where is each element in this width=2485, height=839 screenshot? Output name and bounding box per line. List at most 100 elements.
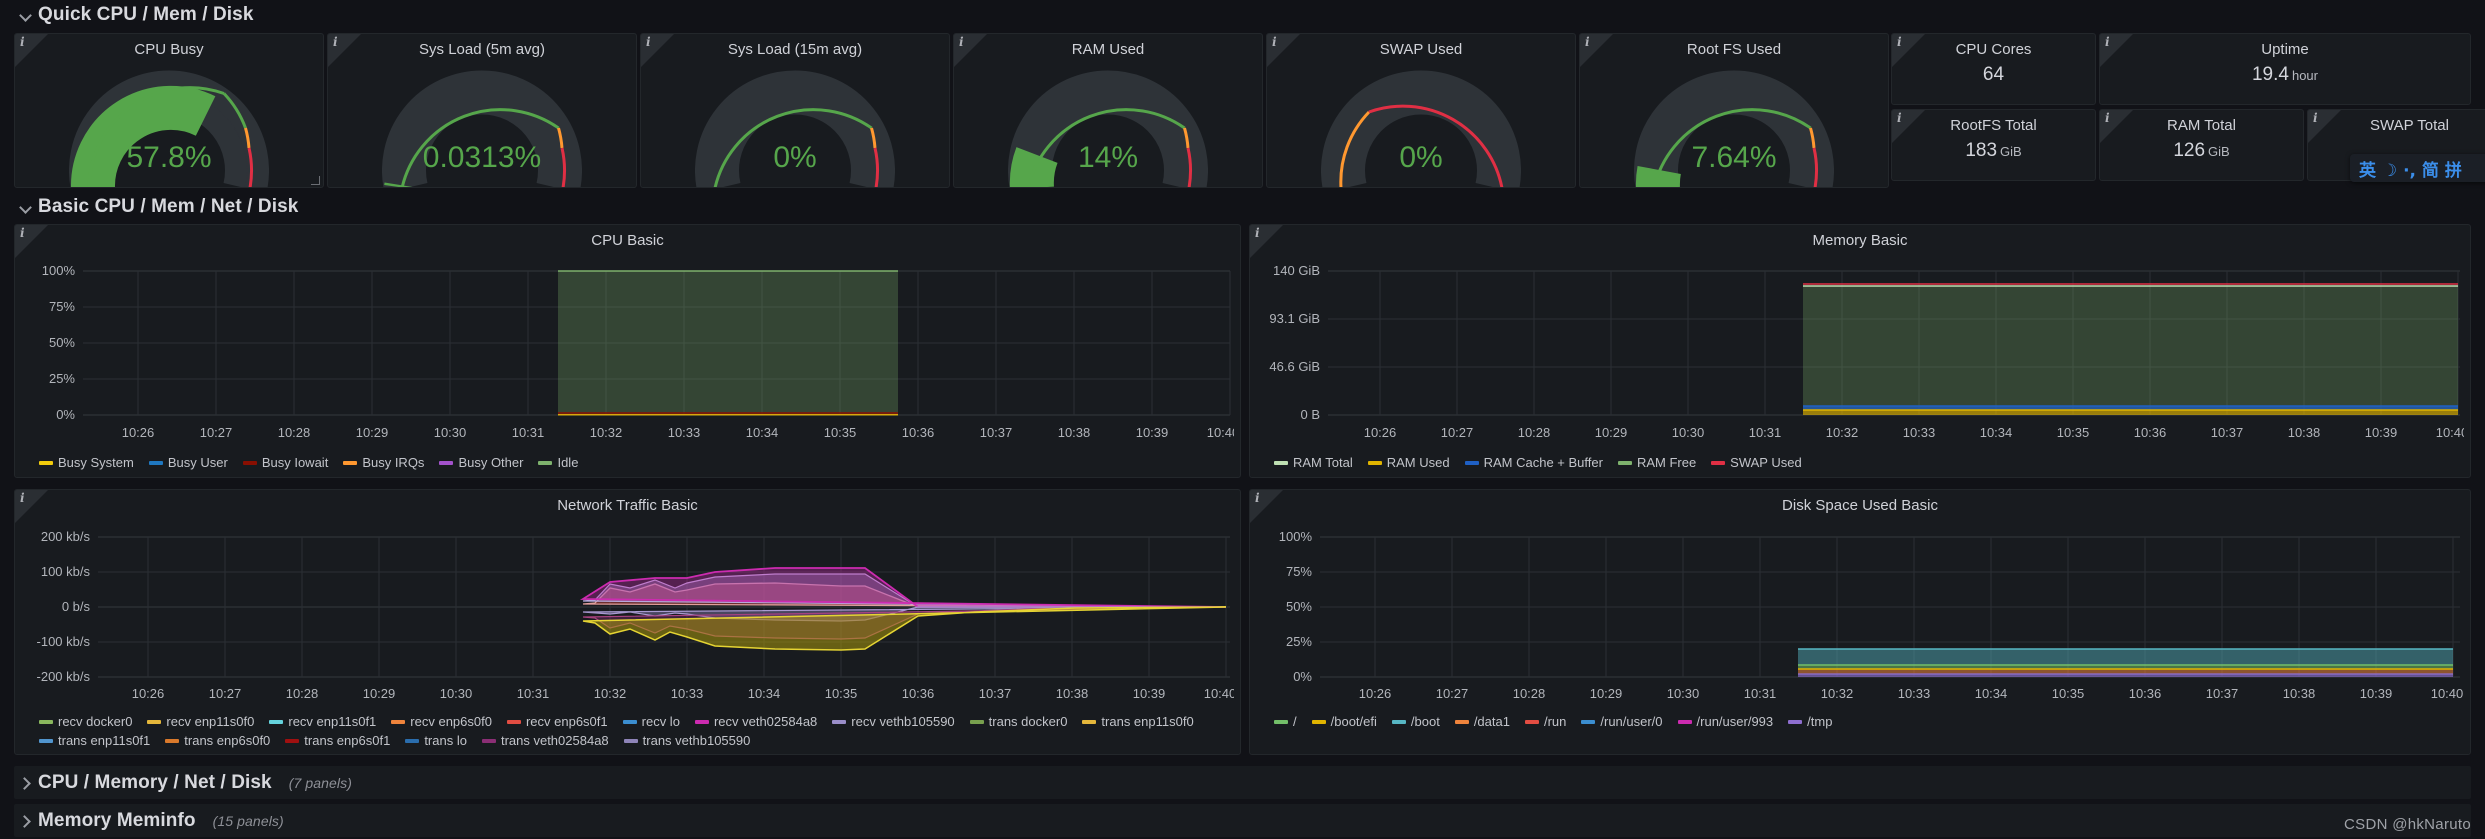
- legend-label: /boot: [1410, 714, 1440, 729]
- svg-text:10:35: 10:35: [825, 686, 858, 701]
- svg-text:10:35: 10:35: [824, 425, 857, 440]
- legend-label: Busy Other: [458, 455, 524, 470]
- legend-item[interactable]: trans vethb105590: [623, 731, 750, 750]
- legend-item[interactable]: trans enp6s0f0: [165, 731, 270, 750]
- legend-item[interactable]: recv veth02584a8: [694, 712, 817, 731]
- legend-item[interactable]: /boot/efi: [1311, 712, 1377, 731]
- panel-ram-total[interactable]: RAM Total 126GiB: [2099, 109, 2304, 181]
- svg-text:10:36: 10:36: [2134, 425, 2167, 440]
- panel-cpu-cores[interactable]: CPU Cores 64: [1891, 33, 2096, 105]
- legend-item[interactable]: trans enp6s0f1: [285, 731, 390, 750]
- svg-text:10:36: 10:36: [902, 425, 935, 440]
- panel-sys-load-5m[interactable]: Sys Load (5m avg) 0.0313%: [327, 33, 637, 188]
- panel-ram-used[interactable]: RAM Used 14%: [953, 33, 1263, 188]
- legend-item[interactable]: Idle: [538, 453, 578, 472]
- legend-item[interactable]: recv enp6s0f0: [391, 712, 492, 731]
- chevron-down-icon: [19, 9, 31, 21]
- legend-label: recv docker0: [58, 714, 133, 729]
- svg-text:25%: 25%: [49, 371, 75, 386]
- panel-title: Root FS Used: [1686, 41, 1782, 58]
- row-header-memory-meminfo[interactable]: Memory Meminfo (15 panels): [14, 804, 2471, 837]
- legend-swatch: [1311, 719, 1326, 724]
- svg-text:100 kb/s: 100 kb/s: [41, 564, 91, 579]
- legend-item[interactable]: /run/user/0: [1581, 712, 1663, 731]
- legend-item[interactable]: RAM Total: [1274, 453, 1353, 472]
- panel-disk-space-used-basic[interactable]: Disk Space Used Basic 100% 75% 50% 25% 0…: [1249, 489, 2471, 755]
- svg-text:10:28: 10:28: [286, 686, 319, 701]
- legend-swatch: [1617, 460, 1632, 465]
- legend-item[interactable]: recv vethb105590: [832, 712, 955, 731]
- row-header-basic-cpu-mem-net-disk[interactable]: Basic CPU / Mem / Net / Disk: [14, 192, 298, 222]
- legend-item[interactable]: trans enp11s0f0: [1082, 712, 1194, 731]
- panel-cpu-busy[interactable]: CPU Busy 57.8%: [14, 33, 324, 188]
- legend-item[interactable]: Busy Iowait: [242, 453, 329, 472]
- legend-item[interactable]: trans enp11s0f1: [39, 731, 150, 750]
- legend-item[interactable]: recv docker0: [39, 712, 132, 731]
- panel-title: RAM Total: [2167, 117, 2236, 134]
- row-header-cpu-memory-net-disk[interactable]: CPU / Memory / Net / Disk (7 panels): [14, 766, 2471, 799]
- panel-cpu-basic[interactable]: CPU Basic 100% 75% 50% 25% 0%: [14, 224, 1241, 478]
- panel-rootfs-total[interactable]: RootFS Total 183GiB: [1891, 109, 2096, 181]
- legend-item[interactable]: trans lo: [405, 731, 467, 750]
- legend-item[interactable]: Busy IRQs: [343, 453, 424, 472]
- legend-item[interactable]: Busy User: [148, 453, 228, 472]
- svg-text:10:27: 10:27: [1441, 425, 1474, 440]
- panel-resize-handle[interactable]: [311, 176, 320, 185]
- legend-item[interactable]: /boot: [1391, 712, 1440, 731]
- row-title: CPU / Memory / Net / Disk: [38, 771, 272, 793]
- legend-item[interactable]: recv enp6s0f1: [506, 712, 608, 731]
- legend-item[interactable]: RAM Cache + Buffer: [1464, 453, 1603, 472]
- legend-item[interactable]: /run/user/993: [1677, 712, 1773, 731]
- legend-label: /run/user/0: [1600, 714, 1663, 729]
- legend-label: trans enp6s0f0: [184, 733, 271, 748]
- stat-value: 126 GiB: [2173, 140, 2230, 161]
- svg-text:10:34: 10:34: [746, 425, 779, 440]
- legend-item[interactable]: /tmp: [1788, 712, 1832, 731]
- svg-text:75%: 75%: [1286, 564, 1312, 579]
- legend-item[interactable]: /: [1274, 712, 1297, 731]
- legend-item[interactable]: recv enp11s0f1: [269, 712, 376, 731]
- svg-text:10:36: 10:36: [902, 686, 935, 701]
- legend-label: recv enp11s0f0: [166, 714, 255, 729]
- panel-title: SWAP Used: [1379, 41, 1463, 58]
- legend-item[interactable]: trans docker0: [969, 712, 1067, 731]
- legend-item[interactable]: /run: [1524, 712, 1566, 731]
- panel-sys-load-15m[interactable]: Sys Load (15m avg) 0%: [640, 33, 950, 188]
- panel-memory-basic[interactable]: Memory Basic 140 GiB 93.1 GiB 46.6 GiB 0…: [1249, 224, 2471, 478]
- legend-item[interactable]: /data1: [1454, 712, 1510, 731]
- legend-swatch: [1677, 719, 1692, 724]
- legend-label: RAM Cache + Buffer: [1483, 455, 1603, 470]
- svg-text:10:34: 10:34: [748, 686, 781, 701]
- legend-swatch: [538, 460, 553, 465]
- legend-item[interactable]: recv enp11s0f0: [147, 712, 254, 731]
- svg-text:10:39: 10:39: [1136, 425, 1169, 440]
- legend-item[interactable]: trans veth02584a8: [481, 731, 609, 750]
- legend-cpu-basic: Busy System Busy User Busy Iowait Busy I…: [39, 453, 1230, 472]
- panel-title: Memory Basic: [1812, 232, 1908, 249]
- ime-status-bar[interactable]: 英 ☽ ·, 简 拼: [2350, 154, 2485, 182]
- legend-item[interactable]: RAM Used: [1367, 453, 1450, 472]
- panel-root-fs-used[interactable]: Root FS Used 7.64%: [1579, 33, 1889, 188]
- gauge-value: 0%: [1399, 141, 1443, 174]
- legend-label: recv enp6s0f0: [410, 714, 492, 729]
- legend-item[interactable]: Busy Other: [439, 453, 523, 472]
- row-header-quick-cpu-mem-disk[interactable]: Quick CPU / Mem / Disk: [14, 0, 2471, 30]
- legend-memory-basic: RAM Total RAM Used RAM Cache + Buffer RA…: [1274, 453, 2460, 472]
- legend-item[interactable]: RAM Free: [1617, 453, 1696, 472]
- panel-swap-used[interactable]: SWAP Used 0%: [1266, 33, 1576, 188]
- stat-unit: GiB: [2000, 144, 2022, 159]
- svg-text:10:33: 10:33: [671, 686, 704, 701]
- legend-swatch: [1274, 460, 1288, 465]
- svg-text:10:33: 10:33: [668, 425, 701, 440]
- legend-label: recv lo: [641, 714, 680, 729]
- legend-item[interactable]: recv lo: [622, 712, 680, 731]
- legend-item[interactable]: SWAP Used: [1711, 453, 1802, 472]
- panel-uptime[interactable]: Uptime 19.4hour: [2099, 33, 2471, 105]
- svg-text:10:40: 10:40: [2436, 425, 2464, 440]
- legend-label: Busy Iowait: [261, 455, 329, 470]
- svg-text:10:31: 10:31: [1744, 686, 1777, 701]
- svg-text:10:33: 10:33: [1903, 425, 1936, 440]
- svg-text:10:32: 10:32: [1821, 686, 1854, 701]
- panel-network-traffic-basic[interactable]: Network Traffic Basic 200 kb/s 100 kb/s …: [14, 489, 1241, 755]
- legend-item[interactable]: Busy System: [39, 453, 134, 472]
